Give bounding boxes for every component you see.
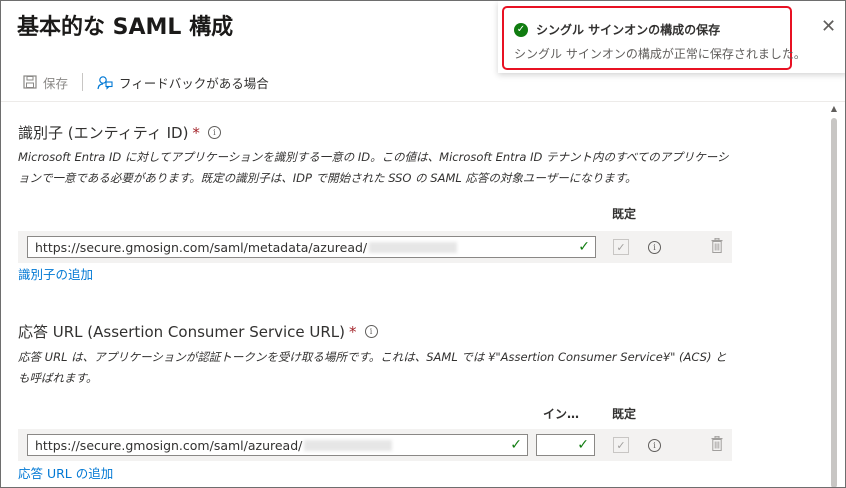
- info-icon[interactable]: i: [207, 126, 221, 139]
- redacted-text: [369, 241, 458, 253]
- add-identifier-link[interactable]: 識別子の追加: [18, 264, 93, 283]
- feedback-icon: [97, 75, 113, 90]
- vertical-scrollbar[interactable]: ▲: [831, 104, 837, 487]
- identifier-value: https://secure.gmosign.com/saml/metadata…: [35, 239, 368, 255]
- info-icon[interactable]: i: [648, 439, 661, 452]
- toast-title-text: シングル サインオンの構成の保存: [536, 23, 721, 37]
- info-icon[interactable]: i: [648, 241, 661, 254]
- delete-icon[interactable]: [711, 436, 723, 451]
- feedback-label: フィードバックがある場合: [119, 75, 269, 91]
- identifier-default-header: 既定: [612, 207, 637, 221]
- info-icon[interactable]: i: [364, 325, 378, 338]
- notification-highlight: ✓ シングル サインオンの構成の保存 シングル サインオンの構成が正常に保存され…: [502, 6, 806, 70]
- identifier-label: 識別子 (エンティティ ID) * i: [18, 122, 221, 143]
- identifier-input[interactable]: https://secure.gmosign.com/saml/metadata…: [27, 236, 596, 258]
- reply-url-default-header: 既定: [612, 407, 637, 421]
- page-title: 基本的な SAML 構成: [17, 15, 234, 40]
- toolbar-divider: [82, 73, 84, 91]
- valid-check-icon: ✓: [510, 437, 522, 453]
- valid-check-icon: ✓: [577, 437, 589, 453]
- reply-url-index-header: イン…: [543, 407, 580, 421]
- identifier-label-text: 識別子 (エンティティ ID): [18, 124, 189, 142]
- save-label: 保存: [43, 75, 69, 91]
- blade: 基本的な SAML 構成 保存 フィードバックがある場合 識別子 (エンティティ…: [0, 0, 846, 488]
- reply-url-label: 応答 URL (Assertion Consumer Service URL) …: [18, 321, 378, 342]
- required-mark: *: [349, 322, 357, 341]
- toolbar-divider-line: [1, 101, 845, 102]
- delete-icon[interactable]: [711, 238, 723, 253]
- command-bar: 保存 フィードバックがある場合: [23, 67, 269, 97]
- reply-url-index-input[interactable]: ✓: [536, 434, 595, 456]
- reply-url-input[interactable]: https://secure.gmosign.com/saml/azuread/…: [27, 434, 528, 456]
- reply-url-default-checkbox[interactable]: ✓: [613, 437, 629, 453]
- identifier-description: Microsoft Entra ID に対してアプリケーションを識別する一意の …: [18, 150, 729, 185]
- toast-message: シングル サインオンの構成が正常に保存されました。: [514, 47, 806, 61]
- add-reply-url-link[interactable]: 応答 URL の追加: [18, 463, 113, 482]
- scroll-thumb[interactable]: [831, 118, 837, 487]
- reply-url-label-text: 応答 URL (Assertion Consumer Service URL): [18, 323, 346, 341]
- valid-check-icon: ✓: [578, 239, 590, 255]
- close-icon[interactable]: ✕: [821, 18, 836, 36]
- success-check-icon: ✓: [514, 22, 528, 37]
- identifier-default-checkbox[interactable]: ✓: [613, 239, 629, 255]
- reply-url-value: https://secure.gmosign.com/saml/azuread/: [35, 437, 303, 453]
- redacted-text: [304, 439, 393, 451]
- required-mark: *: [192, 123, 200, 142]
- reply-url-description: 応答 URL は、アプリケーションが認証トークンを受け取る場所です。これは、SA…: [18, 350, 727, 385]
- save-button[interactable]: 保存: [23, 73, 68, 92]
- feedback-button[interactable]: フィードバックがある場合: [97, 73, 269, 92]
- toast-title: ✓ シングル サインオンの構成の保存: [514, 21, 720, 38]
- save-icon: [23, 75, 37, 89]
- scroll-up-arrow-icon[interactable]: ▲: [831, 104, 837, 113]
